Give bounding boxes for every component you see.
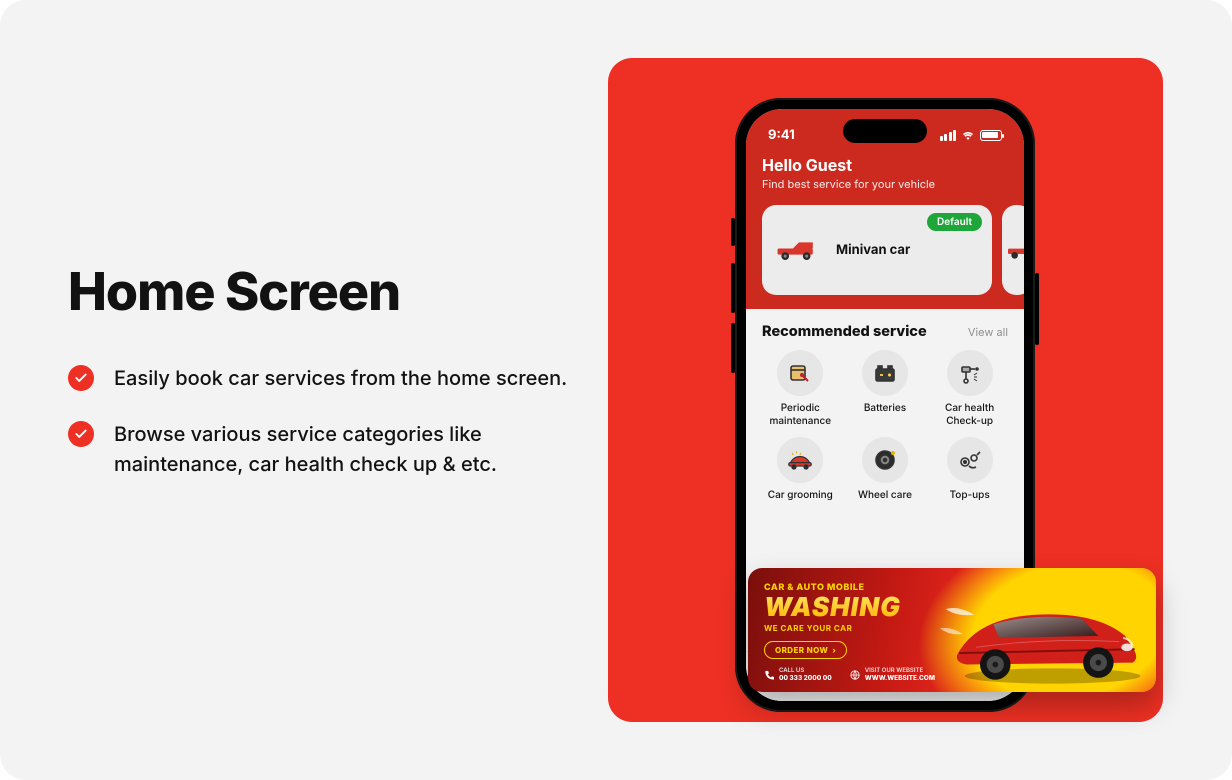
promo-car-image bbox=[938, 578, 1148, 688]
service-car-health[interactable]: Car health Check-up bbox=[931, 350, 1008, 427]
service-label: Wheel care bbox=[858, 489, 912, 502]
promo-banner[interactable]: CAR & AUTO MOBILE WASHING WE CARE YOUR C… bbox=[748, 568, 1156, 692]
check-icon bbox=[68, 421, 94, 447]
app-header: Hello Guest Find best service for your v… bbox=[746, 151, 1024, 205]
promo-tagline: WE CARE YOUR CAR bbox=[764, 623, 901, 633]
section-title: Recommended service bbox=[762, 323, 927, 340]
globe-icon bbox=[850, 670, 860, 680]
bullet-1: Browse various service categories like m… bbox=[68, 419, 588, 479]
service-label: Periodic maintenance bbox=[762, 402, 839, 427]
service-label: Batteries bbox=[864, 402, 906, 415]
dynamic-island bbox=[843, 119, 927, 143]
service-label: Top-ups bbox=[950, 489, 990, 502]
phone-icon bbox=[764, 670, 774, 680]
phone-button bbox=[1035, 273, 1039, 345]
fluids-icon bbox=[947, 437, 993, 483]
vehicle-card-next[interactable] bbox=[1002, 205, 1024, 295]
section-header: Recommended service View all bbox=[762, 323, 1008, 340]
default-badge: Default bbox=[927, 213, 982, 231]
service-periodic-maintenance[interactable]: Periodic maintenance bbox=[762, 350, 839, 427]
car-icon bbox=[776, 237, 822, 263]
wifi-icon bbox=[961, 130, 975, 140]
phone-button bbox=[731, 323, 735, 373]
check-icon bbox=[68, 365, 94, 391]
left-panel: Home Screen Easily book car services fro… bbox=[68, 260, 588, 505]
promo-website: VISIT OUR WEBSITEWWW.WEBSITE.COM bbox=[850, 667, 935, 682]
phone-button bbox=[731, 218, 735, 246]
bullet-text: Easily book car services from the home s… bbox=[114, 363, 567, 393]
service-label: Car grooming bbox=[768, 489, 833, 502]
service-label: Car health Check-up bbox=[931, 402, 1008, 427]
battery-icon bbox=[862, 350, 908, 396]
service-wheel-care[interactable]: Wheel care bbox=[847, 437, 924, 502]
cellular-icon bbox=[940, 130, 957, 141]
bullet-0: Easily book car services from the home s… bbox=[68, 363, 588, 393]
status-icons bbox=[940, 130, 1003, 141]
promo-footer: CALL US00 333 2000 00 VISIT OUR WEBSITEW… bbox=[764, 667, 935, 682]
phone-button bbox=[731, 263, 735, 313]
slide-title: Home Screen bbox=[68, 260, 588, 323]
vehicle-card[interactable]: Default Minivan car bbox=[762, 205, 992, 295]
marketing-slide: Home Screen Easily book car services fro… bbox=[0, 0, 1232, 780]
battery-icon bbox=[980, 130, 1002, 141]
view-all-link[interactable]: View all bbox=[968, 325, 1008, 339]
bullet-text: Browse various service categories like m… bbox=[114, 419, 588, 479]
service-top-ups[interactable]: Top-ups bbox=[931, 437, 1008, 502]
promo-cta-button[interactable]: ORDER NOW › bbox=[764, 641, 847, 659]
promo-headline: WASHING bbox=[764, 595, 901, 621]
device-stage: 9:41 Hello Guest Find best service for y… bbox=[608, 58, 1163, 722]
chevron-right-icon: › bbox=[832, 645, 836, 655]
greeting-text: Hello Guest bbox=[762, 155, 1008, 175]
promo-cta-label: ORDER NOW bbox=[775, 645, 828, 655]
subtitle-text: Find best service for your vehicle bbox=[762, 177, 1008, 191]
wheel-icon bbox=[862, 437, 908, 483]
status-time: 9:41 bbox=[768, 127, 795, 143]
promo-phone: CALL US00 333 2000 00 bbox=[764, 667, 832, 682]
calendar-wrench-icon bbox=[777, 350, 823, 396]
car-shine-icon bbox=[777, 437, 823, 483]
vehicle-selector: Default Minivan car bbox=[746, 205, 1024, 309]
service-car-grooming[interactable]: Car grooming bbox=[762, 437, 839, 502]
service-grid: Periodic maintenance Batteries bbox=[762, 350, 1008, 502]
service-batteries[interactable]: Batteries bbox=[847, 350, 924, 427]
vehicle-name: Minivan car bbox=[836, 242, 910, 258]
spray-diagnostic-icon bbox=[947, 350, 993, 396]
promo-copy: CAR & AUTO MOBILE WASHING WE CARE YOUR C… bbox=[764, 582, 901, 659]
